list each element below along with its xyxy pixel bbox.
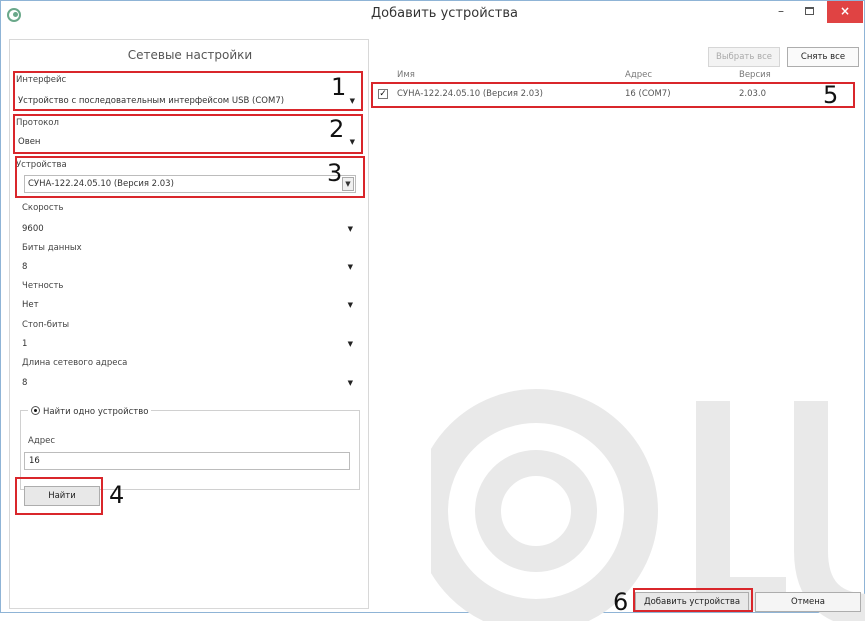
chevron-down-icon: ▼: [347, 340, 353, 348]
column-address[interactable]: Адрес: [625, 70, 652, 80]
highlight-box-5: [371, 82, 855, 108]
address-length-value: 8: [22, 378, 28, 388]
highlight-box-3: [15, 156, 365, 198]
callout-5: 5: [823, 81, 839, 109]
panel-title: Сетевые настройки: [127, 48, 253, 62]
stop-bits-select[interactable]: 1 ▼: [18, 335, 358, 353]
data-bits-select[interactable]: 8 ▼: [18, 258, 358, 276]
callout-4: 4: [109, 481, 125, 509]
title-bar: Добавить устройства – ×: [1, 1, 864, 29]
deselect-all-button[interactable]: Снять все: [787, 47, 859, 67]
chevron-down-icon: ▼: [347, 263, 353, 271]
callout-6: 6: [613, 588, 629, 616]
highlight-box-1: [13, 71, 363, 111]
add-devices-window: Добавить устройства – × Сетевые настройк…: [0, 0, 865, 621]
column-name[interactable]: Имя: [397, 70, 415, 80]
radio-selected-icon: [31, 406, 40, 415]
app-logo-icon: [7, 8, 21, 22]
speed-select[interactable]: 9600 ▼: [18, 220, 358, 238]
address-length-label: Длина сетевого адреса: [22, 358, 128, 368]
highlight-box-6: [633, 588, 753, 612]
find-one-radio[interactable]: Найти одно устройство: [28, 406, 152, 417]
select-all-button[interactable]: Выбрать все: [708, 47, 780, 67]
column-version[interactable]: Версия: [739, 70, 771, 80]
cancel-button[interactable]: Отмена: [755, 592, 861, 612]
chevron-down-icon: ▼: [347, 301, 353, 309]
stop-bits-value: 1: [22, 339, 28, 349]
data-bits-label: Биты данных: [22, 243, 82, 253]
list-header: Имя Адрес Версия: [371, 65, 864, 82]
maximize-button[interactable]: [795, 1, 823, 23]
address-length-select[interactable]: 8 ▼: [18, 374, 358, 392]
callout-3: 3: [327, 159, 343, 187]
highlight-box-2: [13, 114, 363, 154]
chevron-down-icon: ▼: [347, 225, 353, 233]
parity-select[interactable]: Нет ▼: [18, 296, 358, 314]
parity-value: Нет: [22, 300, 39, 310]
address-label: Адрес: [28, 436, 55, 446]
callout-2: 2: [329, 115, 345, 143]
stop-bits-label: Стоп-биты: [22, 320, 70, 330]
data-bits-value: 8: [22, 262, 28, 272]
speed-label: Скорость: [22, 203, 64, 213]
close-button[interactable]: ×: [827, 1, 863, 23]
parity-label: Четность: [22, 281, 64, 291]
devices-list-panel: Выбрать все Снять все Имя Адрес Версия ✓…: [371, 39, 865, 621]
maximize-icon: [804, 7, 814, 15]
callout-1: 1: [331, 73, 347, 101]
chevron-down-icon: ▼: [347, 379, 353, 387]
watermark-logo: [431, 389, 865, 621]
window-title: Добавить устройства: [371, 6, 518, 21]
speed-value: 9600: [22, 224, 44, 234]
minimize-button[interactable]: –: [767, 1, 795, 23]
highlight-box-4: [15, 477, 103, 515]
find-one-label: Найти одно устройство: [43, 407, 149, 417]
address-input[interactable]: 16: [24, 452, 350, 470]
